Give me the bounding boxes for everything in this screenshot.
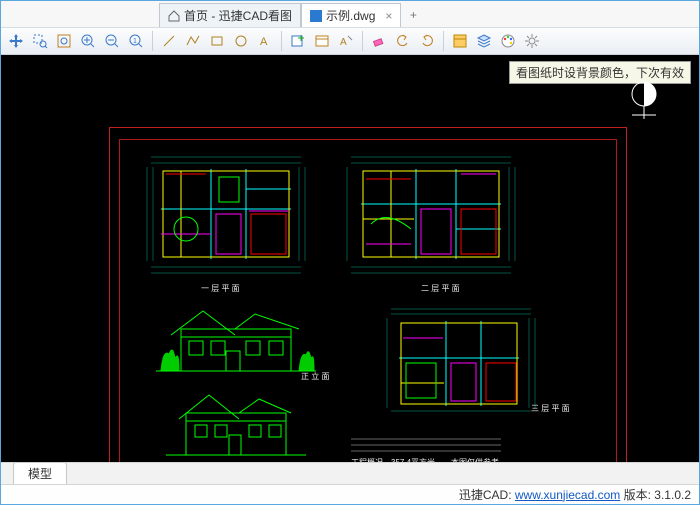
home-icon bbox=[168, 10, 180, 22]
compass-north-icon bbox=[629, 79, 659, 126]
undo-icon[interactable] bbox=[392, 30, 414, 52]
drawing-canvas[interactable]: 看图纸时设背景颜色，下次有效 bbox=[1, 55, 699, 462]
separator bbox=[152, 31, 153, 51]
svg-text:A: A bbox=[260, 36, 268, 48]
floor-plan-1 bbox=[141, 149, 311, 282]
status-version: 3.1.0.2 bbox=[654, 488, 691, 502]
info-area: 357.4平方米 bbox=[391, 457, 435, 462]
tab-home-label: 首页 - 迅捷CAD看图 bbox=[184, 7, 292, 24]
tab-add[interactable]: + bbox=[401, 3, 425, 27]
tooltip-bgcolor: 看图纸时设背景颜色，下次有效 bbox=[509, 61, 691, 84]
save-icon[interactable] bbox=[91, 6, 107, 22]
toolbar: 1 A A bbox=[1, 27, 699, 55]
floor-plan-3 bbox=[381, 303, 541, 426]
plan3-label: 三 层 平 面 bbox=[531, 403, 570, 414]
status-url-link[interactable]: www.xunjiecad.com bbox=[515, 488, 620, 502]
tab-file[interactable]: 示例.dwg × bbox=[301, 3, 401, 27]
layer-mgr-icon[interactable] bbox=[311, 30, 333, 52]
maximize-button[interactable]: ▢ bbox=[647, 4, 671, 24]
settings-icon[interactable] bbox=[521, 30, 543, 52]
separator bbox=[362, 31, 363, 51]
palette-icon[interactable] bbox=[497, 30, 519, 52]
open-icon[interactable] bbox=[71, 6, 87, 22]
recent-icon[interactable] bbox=[31, 6, 47, 22]
elev1-label: 正 立 面 bbox=[301, 371, 329, 382]
dwg-file-icon bbox=[310, 10, 322, 22]
tab-close-icon[interactable]: × bbox=[379, 9, 392, 23]
tab-home[interactable]: 首页 - 迅捷CAD看图 bbox=[159, 3, 301, 27]
status-bar: 迅捷CAD: www.xunjiecad.com 版本: 3.1.0.2 bbox=[1, 484, 699, 504]
info-lines bbox=[351, 435, 511, 455]
separator bbox=[443, 31, 444, 51]
bottom-tab-bar: 模型 bbox=[1, 462, 699, 484]
elevation-front bbox=[151, 299, 321, 382]
app-window: CAD — ▢ ✕ 首页 - 迅捷CAD看图 示例.dwg × + bbox=[0, 0, 700, 505]
circle-icon[interactable] bbox=[230, 30, 252, 52]
text-icon[interactable]: A bbox=[254, 30, 276, 52]
browse-icon[interactable] bbox=[131, 6, 147, 22]
elevation-side bbox=[161, 385, 311, 462]
plan1-label: 一 层 平 面 bbox=[201, 283, 240, 294]
line-icon[interactable] bbox=[158, 30, 180, 52]
new-icon[interactable] bbox=[51, 6, 67, 22]
app-icon: CAD bbox=[5, 3, 27, 25]
svg-text:1: 1 bbox=[133, 38, 137, 45]
polyline-icon[interactable] bbox=[182, 30, 204, 52]
layers-icon[interactable] bbox=[473, 30, 495, 52]
redo-icon[interactable] bbox=[416, 30, 438, 52]
zoom-in-icon[interactable] bbox=[77, 30, 99, 52]
zoom-extents-icon[interactable] bbox=[53, 30, 75, 52]
minimize-button[interactable]: — bbox=[621, 4, 645, 24]
info-note: 本图仅供参考 bbox=[451, 457, 499, 462]
print-icon[interactable] bbox=[111, 6, 127, 22]
props-icon[interactable] bbox=[449, 30, 471, 52]
status-brand: 迅捷CAD: bbox=[459, 486, 512, 503]
plan2-label: 二 层 平 面 bbox=[421, 283, 460, 294]
text-edit-icon[interactable]: A bbox=[335, 30, 357, 52]
rect-icon[interactable] bbox=[206, 30, 228, 52]
info-title: 工程概况 bbox=[351, 457, 383, 462]
zoom-window-icon[interactable] bbox=[29, 30, 51, 52]
zoom-fit-icon[interactable]: 1 bbox=[125, 30, 147, 52]
zoom-out-icon[interactable] bbox=[101, 30, 123, 52]
pan-icon[interactable] bbox=[5, 30, 27, 52]
svg-text:A: A bbox=[340, 37, 347, 48]
separator bbox=[281, 31, 282, 51]
floor-plan-2 bbox=[341, 149, 521, 282]
tab-file-label: 示例.dwg bbox=[326, 7, 375, 24]
layer-new-icon[interactable] bbox=[287, 30, 309, 52]
status-version-label: 版本: bbox=[624, 486, 651, 503]
eraser-icon[interactable] bbox=[368, 30, 390, 52]
close-button[interactable]: ✕ bbox=[673, 4, 697, 24]
model-tab[interactable]: 模型 bbox=[13, 462, 67, 484]
